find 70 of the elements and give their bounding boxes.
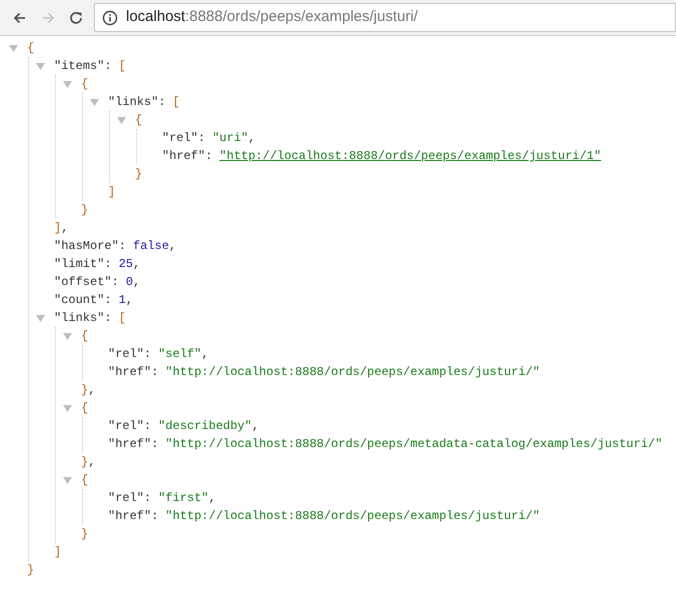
json-comma: , bbox=[248, 130, 256, 147]
json-bracket: } bbox=[81, 202, 88, 219]
json-key: "links": bbox=[54, 309, 112, 327]
json-bracket: [ bbox=[118, 58, 126, 75]
json-key: "href": bbox=[162, 147, 212, 165]
json-bracket: ] bbox=[54, 544, 62, 561]
json-boolean: false bbox=[133, 238, 170, 255]
json-number: 0 bbox=[126, 274, 134, 291]
collapse-triangle-icon[interactable] bbox=[36, 62, 45, 70]
json-key: "items": bbox=[54, 57, 112, 75]
json-key: "rel": bbox=[108, 417, 152, 435]
json-comma: , bbox=[88, 454, 96, 471]
json-string: "http://localhost:8888/ords/peeps/metadata-catalog/examples/justuri/" bbox=[165, 436, 662, 453]
json-comma: , bbox=[201, 346, 209, 363]
json-key: "href": bbox=[108, 363, 158, 381]
url-host: localhost bbox=[126, 7, 186, 28]
json-bracket: { bbox=[27, 40, 34, 57]
collapse-triangle-icon[interactable] bbox=[63, 404, 72, 412]
json-key: "links": bbox=[108, 93, 166, 111]
json-key: "count": bbox=[54, 291, 112, 309]
json-key: "offset": bbox=[54, 273, 119, 291]
json-key: "rel": bbox=[162, 129, 206, 147]
reload-icon[interactable] bbox=[68, 10, 84, 26]
json-bracket: } bbox=[81, 382, 88, 399]
json-string: "http://localhost:8888/ords/peeps/examples/justuri/" bbox=[165, 364, 540, 381]
json-string: "http://localhost:8888/ords/peeps/examples/justuri/" bbox=[165, 508, 540, 525]
collapse-triangle-icon[interactable] bbox=[63, 80, 72, 88]
json-bracket: { bbox=[81, 472, 88, 489]
json-bracket: ] bbox=[54, 220, 62, 237]
json-string: "uri" bbox=[212, 130, 248, 147]
collapse-triangle-icon[interactable] bbox=[117, 116, 126, 124]
json-bracket: ] bbox=[108, 184, 116, 201]
json-bracket: } bbox=[27, 562, 34, 579]
collapse-triangle-icon[interactable] bbox=[36, 314, 45, 322]
json-key: "href": bbox=[108, 507, 158, 525]
json-bracket: } bbox=[81, 526, 88, 543]
url-path: :8888/ords/peeps/examples/justuri/ bbox=[185, 7, 418, 28]
json-string: "self" bbox=[158, 346, 202, 363]
json-bracket: } bbox=[81, 454, 88, 471]
info-icon[interactable] bbox=[102, 10, 118, 26]
json-key: "limit": bbox=[54, 255, 112, 273]
json-comma: , bbox=[133, 274, 140, 291]
json-bracket: } bbox=[135, 166, 142, 183]
json-comma: , bbox=[208, 490, 216, 507]
json-key: "hasMore": bbox=[54, 237, 126, 255]
json-bracket: [ bbox=[118, 310, 126, 327]
json-key: "href": bbox=[108, 435, 158, 453]
json-comma: , bbox=[169, 238, 176, 255]
json-number: 1 bbox=[118, 292, 126, 309]
collapse-triangle-icon[interactable] bbox=[63, 332, 72, 340]
collapse-triangle-icon[interactable] bbox=[90, 98, 99, 106]
json-comma: , bbox=[126, 292, 134, 309]
json-bracket: { bbox=[135, 112, 142, 129]
json-link[interactable]: "http://localhost:8888/ords/peeps/examples/justuri/1" bbox=[219, 147, 602, 165]
json-comma: , bbox=[88, 382, 96, 399]
json-string: "first" bbox=[158, 490, 209, 507]
address-bar[interactable]: localhost:8888/ords/peeps/examples/justuri/ bbox=[94, 3, 676, 32]
json-bracket: { bbox=[81, 328, 88, 345]
collapse-triangle-icon[interactable] bbox=[63, 476, 72, 484]
json-comma: , bbox=[61, 220, 68, 237]
json-key: "rel": bbox=[108, 345, 152, 363]
json-bracket: { bbox=[81, 400, 88, 417]
json-key: "rel": bbox=[108, 489, 152, 507]
json-string: "describedby" bbox=[158, 418, 252, 435]
json-comma: , bbox=[252, 418, 260, 435]
json-number: 25 bbox=[118, 256, 134, 273]
json-comma: , bbox=[133, 256, 140, 273]
json-bracket: [ bbox=[172, 94, 180, 111]
json-bracket: { bbox=[81, 76, 88, 93]
collapse-triangle-icon[interactable] bbox=[9, 44, 18, 52]
